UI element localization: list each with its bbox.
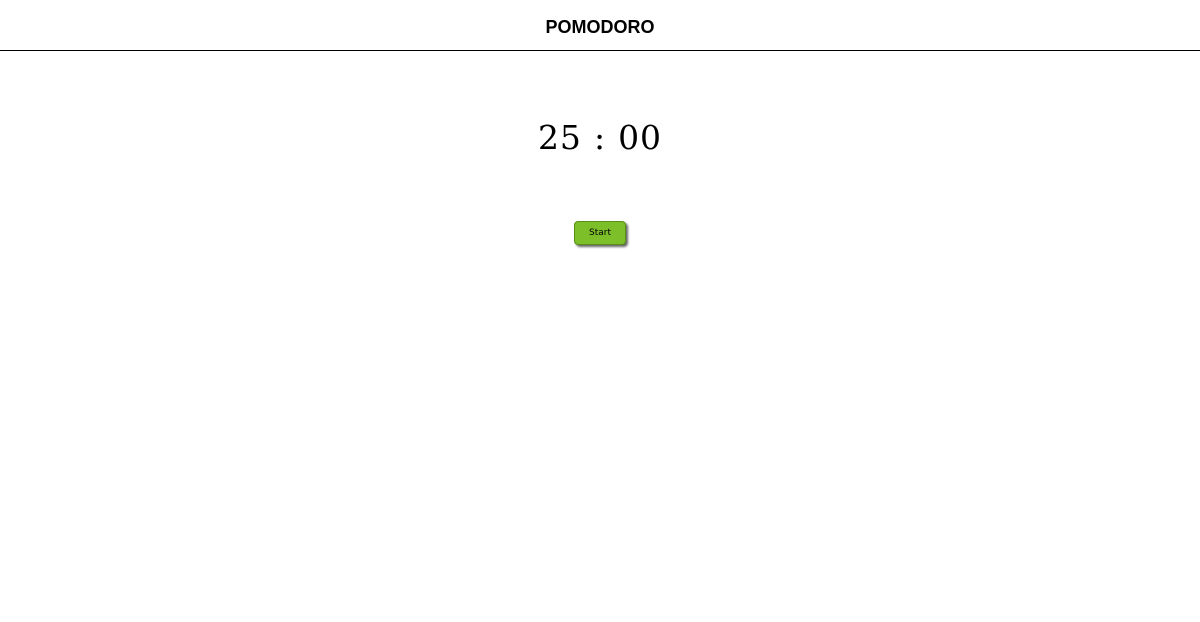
- timer-separator: :: [593, 118, 607, 157]
- app-title: POMODORO: [545, 17, 655, 37]
- timer-seconds: 00: [618, 118, 663, 157]
- header-bar: POMODORO: [0, 0, 1200, 51]
- timer-minutes: 25: [537, 118, 582, 157]
- timer-display: 25:00: [0, 116, 1200, 160]
- start-button[interactable]: Start: [574, 221, 626, 245]
